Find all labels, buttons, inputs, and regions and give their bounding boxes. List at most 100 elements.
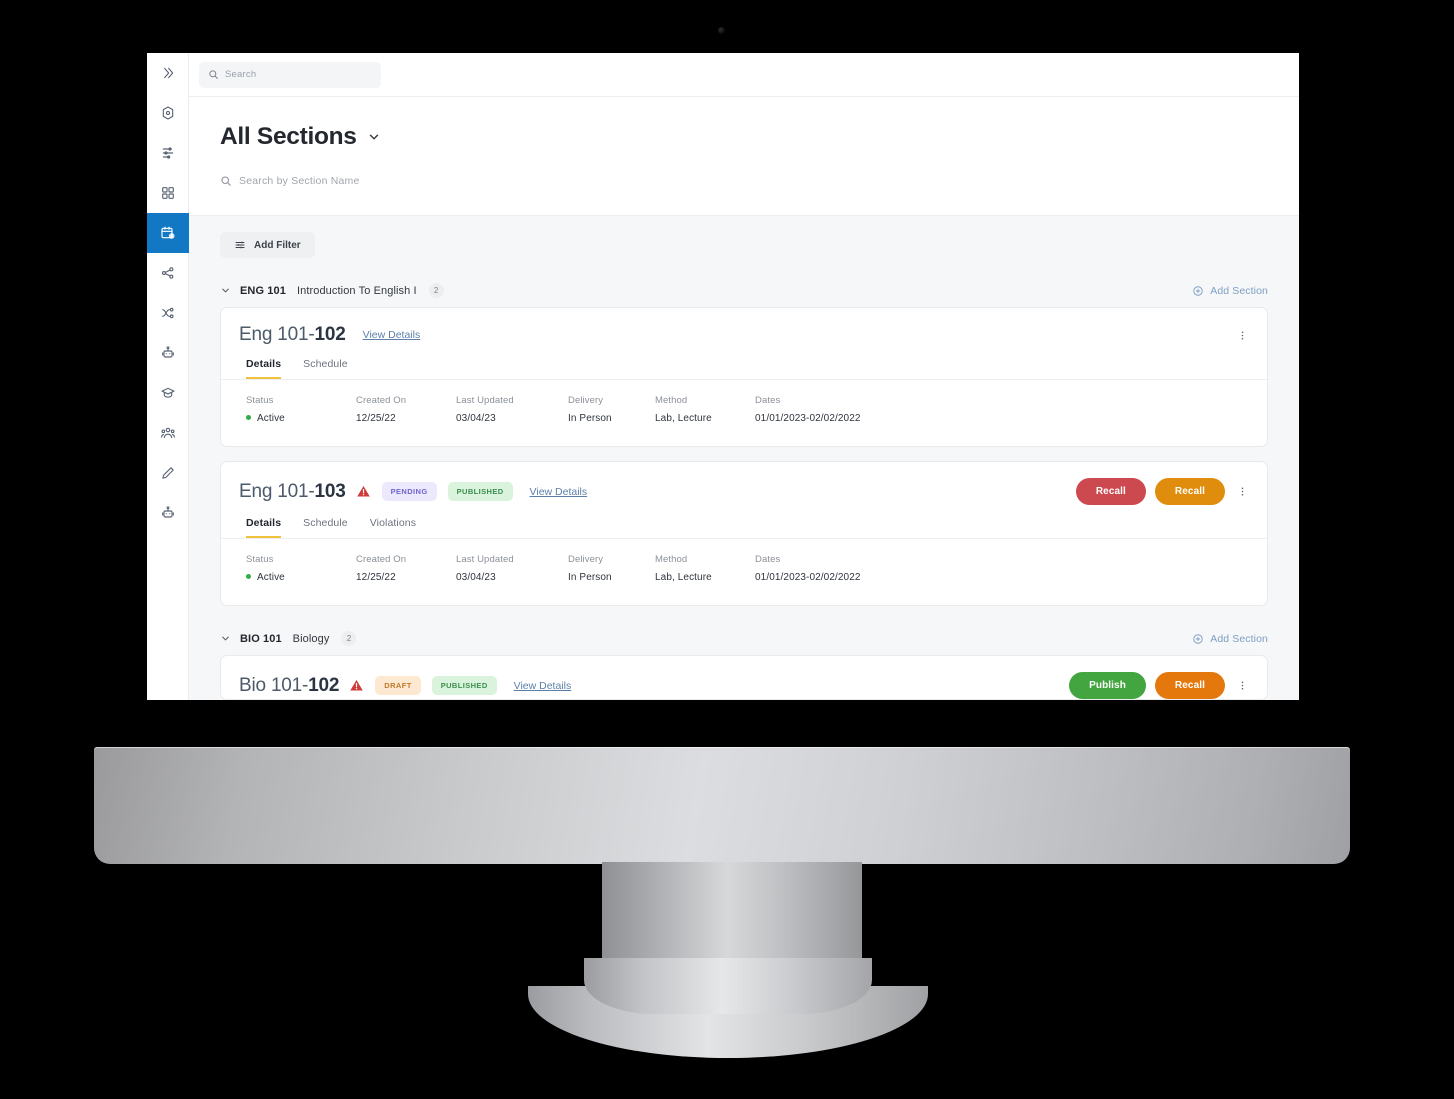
sitemap-icon (160, 265, 176, 281)
more-options-icon[interactable] (1234, 329, 1250, 342)
global-search-input[interactable]: Search (199, 61, 381, 88)
detail-label: Delivery (568, 554, 604, 565)
rail-item-sections[interactable] (147, 213, 189, 253)
monitor-chin (94, 747, 1350, 864)
section-card-actions: Recall Recall (1075, 478, 1250, 505)
detail-label: Created On (356, 395, 407, 406)
status-badge: DRAFT (375, 676, 421, 695)
course-groups: ENG 101 Introduction To English I 2 Add Sec… (220, 283, 1268, 700)
monitor-stand-foot (528, 958, 928, 1058)
recall-button[interactable]: Recall (1154, 478, 1225, 505)
warning-triangle-icon (356, 484, 371, 499)
detail-label: Status (246, 554, 274, 565)
rail-item-bots[interactable] (147, 493, 189, 533)
section-card-tabs: Details Schedule Violations (221, 505, 1267, 539)
detail-column: Delivery In Person (568, 395, 655, 424)
app-screen: Search All Sections Search by Section Na… (147, 53, 1299, 700)
filter-sliders-icon (235, 241, 245, 249)
add-section-label: Add Section (1210, 284, 1268, 297)
section-card-tabs: Details Schedule (221, 346, 1267, 380)
rail-item-settings[interactable] (147, 93, 189, 133)
status-dot-icon (246, 414, 251, 420)
publish-button[interactable]: Publish (1069, 672, 1146, 699)
rail-item-people[interactable] (147, 413, 189, 453)
section-card-actions (1234, 329, 1250, 342)
add-section-button[interactable]: Add Section (1192, 633, 1268, 645)
add-section-button[interactable]: Add Section (1192, 285, 1268, 297)
group-course-name: Introduction To English I (296, 284, 417, 297)
section-search-input[interactable]: Search by Section Name (220, 175, 1299, 187)
tab-violations[interactable]: Violations (370, 517, 416, 538)
rail-item-filters[interactable] (147, 133, 189, 173)
tab-details[interactable]: Details (246, 358, 282, 379)
detail-column: Status Active (246, 554, 356, 583)
recall-button[interactable]: Recall (1075, 478, 1146, 505)
view-details-link[interactable]: View Details (514, 680, 572, 692)
section-card-header: Bio 101-102 DRAFT PUBLISHED View Details … (221, 656, 1267, 699)
recall-button[interactable]: Recall (1154, 672, 1225, 699)
section-details-row: Status Active Created On 12/25/22 Last U… (221, 539, 1267, 605)
status-badge: PUBLISHED (431, 676, 497, 695)
status-badge: PENDING (381, 482, 437, 501)
detail-value: In Person (568, 413, 612, 424)
tab-schedule[interactable]: Schedule (303, 358, 348, 379)
section-title: Bio 101-102 (239, 674, 340, 696)
detail-value: 03/04/23 (456, 413, 496, 424)
chevron-down-icon[interactable] (367, 130, 381, 144)
detail-value: In Person (568, 572, 612, 583)
section-details-row: Status Active Created On 12/25/22 Last U… (221, 380, 1267, 446)
grid-icon (160, 185, 176, 201)
detail-value: Lab, Lecture (655, 572, 712, 583)
group-section-count: 2 (341, 631, 357, 646)
status-badge: PUBLISHED (447, 482, 513, 501)
group-course-code: ENG 101 (240, 284, 286, 297)
group-header: BIO 101 Biology 2 Add Section (220, 631, 1268, 646)
page-title: All Sections (220, 123, 357, 150)
group-course-code: BIO 101 (240, 632, 282, 645)
plus-circle-icon (1192, 633, 1204, 645)
detail-value: Active (246, 413, 356, 424)
section-title: Eng 101-102 (239, 324, 346, 345)
branch-icon (160, 305, 176, 321)
section-card: Eng 101-103 PENDING PUBLISHED View Detail… (220, 461, 1268, 606)
detail-label: Last Updated (456, 395, 514, 406)
search-icon (221, 176, 231, 186)
tab-details[interactable]: Details (246, 517, 282, 538)
tab-schedule[interactable]: Schedule (303, 517, 348, 538)
rail-item-workflow[interactable] (147, 293, 189, 333)
group-collapse-toggle[interactable] (220, 285, 231, 296)
section-card-actions: Publish Recall (1069, 672, 1250, 699)
add-section-label: Add Section (1210, 632, 1268, 645)
section-card-header: Eng 101-102 View Details (221, 308, 1267, 346)
section-card: Eng 101-102 View Details Details Schedule… (220, 307, 1268, 447)
group-header: ENG 101 Introduction To English I 2 Add Sec… (220, 283, 1268, 298)
rail-item-automation[interactable] (147, 333, 189, 373)
detail-label: Method (655, 395, 688, 406)
search-icon (209, 70, 218, 79)
warning-triangle-icon (349, 678, 364, 693)
status-dot-icon (246, 573, 251, 579)
more-options-icon[interactable] (1234, 679, 1250, 692)
group-course-name: Biology (292, 632, 330, 645)
rail-item-edit[interactable] (147, 453, 189, 493)
group-collapse-toggle[interactable] (220, 633, 231, 644)
calendar-clock-icon (160, 225, 176, 241)
expand-rail-button[interactable] (147, 53, 189, 93)
detail-label: Method (655, 554, 688, 565)
warning-triangle-icon (350, 680, 364, 691)
rail-item-dashboard[interactable] (147, 173, 189, 213)
view-details-link[interactable]: View Details (363, 329, 421, 341)
rail-item-hierarchy[interactable] (147, 253, 189, 293)
add-filter-button[interactable]: Add Filter (220, 232, 315, 258)
detail-label: Dates (755, 395, 781, 406)
detail-column: Last Updated 03/04/23 (456, 554, 568, 583)
view-details-link[interactable]: View Details (530, 486, 588, 498)
detail-value: 12/25/22 (356, 413, 396, 424)
more-options-icon[interactable] (1234, 485, 1250, 498)
detail-label: Last Updated (456, 554, 514, 565)
detail-value: 12/25/22 (356, 572, 396, 583)
section-search-placeholder: Search by Section Name (239, 175, 360, 187)
detail-value: 01/01/2023-02/02/2022 (755, 572, 861, 583)
rail-item-courses[interactable] (147, 373, 189, 413)
detail-column: Created On 12/25/22 (356, 554, 456, 583)
